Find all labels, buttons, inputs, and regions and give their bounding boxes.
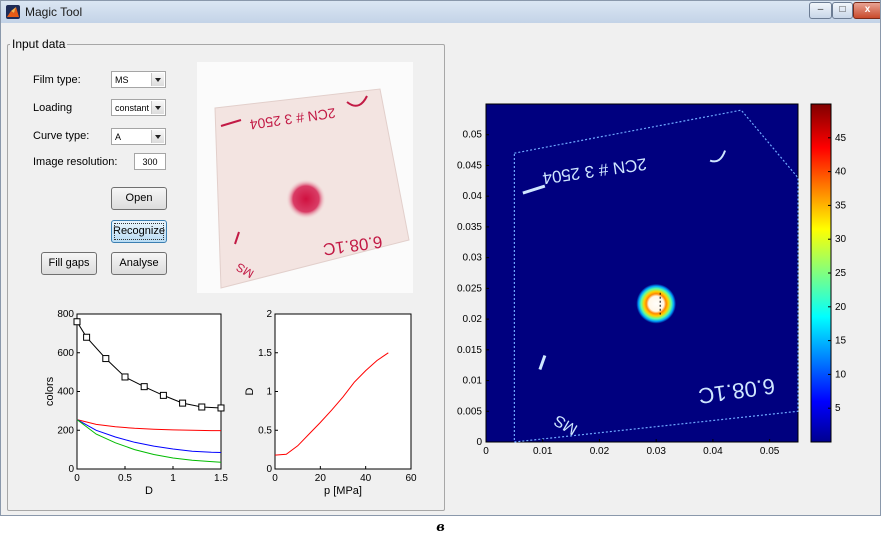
y-tick-label: 800 — [57, 309, 74, 320]
analyse-button[interactable]: Analyse — [111, 252, 167, 275]
chevron-down-icon — [151, 73, 164, 86]
x-tick-label: 60 — [405, 473, 417, 484]
loading-value: constant — [115, 103, 150, 113]
y-axis-label: colors — [45, 376, 56, 406]
data-point — [198, 403, 206, 411]
y-tick-label: 0.05 — [463, 130, 483, 141]
app-window: Magic Tool – □ x Input data Film type: M… — [0, 0, 881, 516]
data-point — [73, 318, 81, 326]
y-tick-label: 0 — [266, 464, 272, 475]
data-point — [159, 391, 167, 399]
loading-label: Loading — [33, 102, 73, 114]
pressure-heatmap: 2CN # 3 25046.08.1CMS0 0.01 0.02 0.03 0.04 0.… — [457, 103, 847, 457]
x-tick-label: 1 — [170, 473, 176, 484]
title-bar[interactable]: Magic Tool – □ x — [1, 1, 880, 23]
d-vs-pressure-chart: 0 20 40 60 0 0.5 1 1.5 2 p [MPa] D — [245, 309, 417, 497]
y-tick-label: 400 — [57, 387, 74, 398]
colorbar-tick-label: 45 — [835, 133, 847, 144]
data-point — [217, 404, 225, 412]
y-tick-label: 0.03 — [463, 253, 483, 264]
film-type-dropdown[interactable]: MS — [111, 71, 166, 88]
colors-vs-d-chart: 0 0.5 1 1.5 0 200 400 600 800 Dcolors — [45, 309, 228, 497]
colorbar-tick-label: 30 — [835, 234, 847, 245]
x-tick-label: 0 — [483, 446, 489, 457]
y-tick-label: 0.035 — [457, 222, 482, 233]
x-tick-label: 0.02 — [590, 446, 610, 457]
chevron-down-icon — [151, 130, 164, 143]
y-tick-label: 0.005 — [457, 406, 482, 417]
figure-caption: в — [436, 520, 445, 535]
x-tick-label: 40 — [360, 473, 372, 484]
curve-type-dropdown[interactable]: A — [111, 128, 166, 145]
x-tick-label: 0.01 — [533, 446, 553, 457]
loading-dropdown[interactable]: constant — [111, 99, 166, 116]
recognize-button[interactable]: Recognize — [111, 220, 167, 243]
plot-area — [274, 313, 412, 470]
y-tick-label: 0 — [68, 464, 74, 475]
y-tick-label: 0.045 — [457, 160, 482, 171]
film-photo: 2CN # 3 2504 6.08.1C MS — [197, 62, 413, 293]
colorbar-tick-label: 5 — [835, 403, 841, 414]
focus-ring — [114, 223, 164, 240]
y-tick-label: 600 — [57, 348, 74, 359]
maximize-button[interactable]: □ — [832, 2, 853, 19]
y-tick-label: 200 — [57, 425, 74, 436]
data-point — [140, 383, 148, 391]
x-axis-label: D — [145, 485, 153, 497]
y-axis-label: D — [245, 387, 256, 395]
curve-type-value: A — [115, 132, 122, 142]
y-tick-label: 1.5 — [258, 348, 272, 359]
fill-gaps-button[interactable]: Fill gaps — [41, 252, 97, 275]
image-resolution-label: Image resolution: — [33, 156, 118, 168]
data-point — [179, 399, 187, 407]
y-tick-label: 0.02 — [463, 314, 483, 325]
x-tick-label: 0.5 — [118, 473, 132, 484]
film-type-value: MS — [115, 75, 129, 85]
hotspot — [636, 283, 677, 324]
y-tick-label: 0.04 — [463, 191, 483, 202]
colorbar-tick-label: 35 — [835, 200, 847, 211]
colorbar-tick-label: 20 — [835, 302, 847, 313]
data-point — [102, 355, 110, 363]
plot-area — [76, 313, 222, 470]
y-tick-label: 1 — [266, 387, 272, 398]
colorbar-tick-label: 25 — [835, 268, 847, 279]
colorbar-tick-label: 40 — [835, 167, 847, 178]
close-button[interactable]: x — [853, 2, 880, 19]
x-tick-label: 0.03 — [646, 446, 666, 457]
x-tick-label: 0.05 — [760, 446, 780, 457]
image-resolution-input[interactable]: 300 — [134, 153, 166, 170]
x-tick-label: 20 — [315, 473, 327, 484]
x-tick-label: 0 — [74, 473, 80, 484]
minimize-button[interactable]: – — [809, 2, 832, 19]
x-tick-label: 1.5 — [214, 473, 228, 484]
curve-type-label: Curve type: — [33, 130, 90, 142]
y-tick-label: 0 — [476, 437, 482, 448]
y-tick-label: 2 — [266, 309, 272, 320]
y-tick-label: 0.015 — [457, 345, 482, 356]
chevron-down-icon — [151, 101, 164, 114]
window-title: Magic Tool — [25, 5, 83, 19]
pressure-spot — [286, 179, 326, 219]
matlab-icon — [6, 5, 20, 19]
x-tick-label: 0.04 — [703, 446, 723, 457]
data-point — [83, 333, 91, 341]
y-tick-label: 0.5 — [258, 425, 272, 436]
input-data-title: Input data — [10, 37, 68, 51]
x-tick-label: 0 — [272, 473, 278, 484]
x-axis-label: p [MPa] — [324, 485, 362, 497]
y-tick-label: 0.01 — [463, 376, 483, 387]
colorbar-tick-label: 15 — [835, 336, 847, 347]
data-point — [121, 373, 129, 381]
film-photo-image: 2CN # 3 2504 6.08.1C MS — [214, 88, 410, 289]
y-tick-label: 0.025 — [457, 283, 482, 294]
colorbar-tick-label: 10 — [835, 369, 847, 380]
film-type-label: Film type: — [33, 74, 81, 86]
open-button[interactable]: Open — [111, 187, 167, 210]
